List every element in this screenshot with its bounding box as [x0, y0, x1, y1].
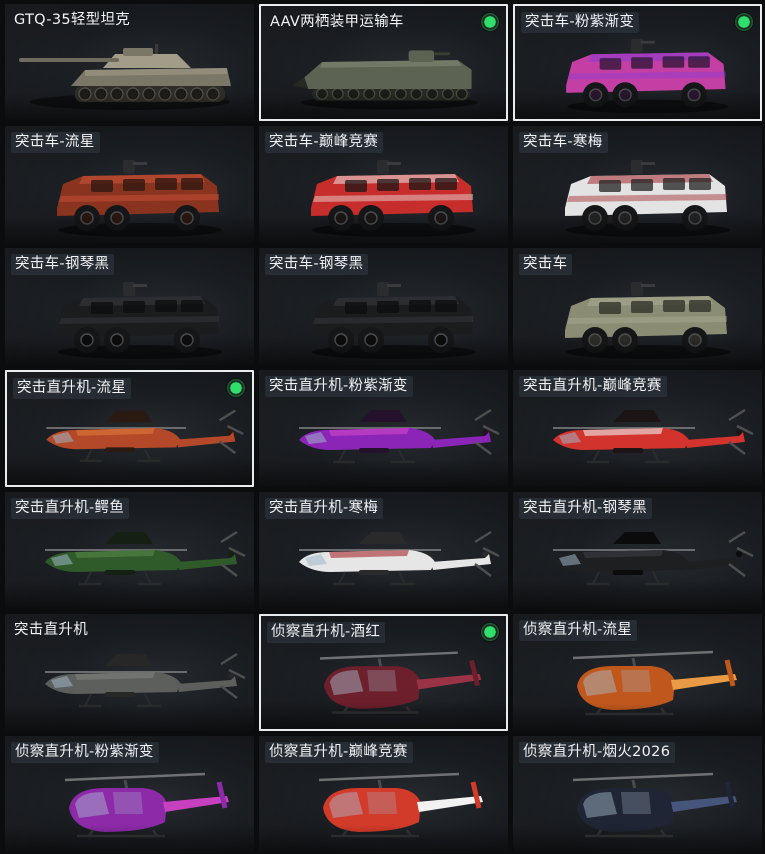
vehicle-skin-name: 突击车-钢琴黑	[265, 254, 369, 275]
vehicle-skin-grid: GTQ-35轻型坦克 AAV两栖装甲运输车 突击车-粉紫渐变 突击车-流星 突击…	[0, 0, 765, 854]
vehicle-skin-name: 突击直升机-寒梅	[265, 498, 384, 519]
vehicle-skin-card[interactable]: 突击车	[513, 248, 762, 365]
vehicle-skin-card[interactable]: 突击直升机-鳄鱼	[5, 492, 254, 609]
vehicle-skin-card[interactable]: 突击直升机-粉紫渐变	[259, 370, 508, 487]
vehicle-skin-name: 突击直升机-巅峰竞赛	[519, 376, 667, 397]
vehicle-skin-name: 侦察直升机-巅峰竞赛	[265, 742, 413, 763]
vehicle-skin-card[interactable]: 突击直升机-巅峰竞赛	[513, 370, 762, 487]
vehicle-skin-card[interactable]: 突击车-钢琴黑	[259, 248, 508, 365]
vehicle-skin-card[interactable]: GTQ-35轻型坦克	[5, 4, 254, 121]
vehicle-skin-name: 侦察直升机-粉紫渐变	[11, 742, 159, 763]
vehicle-skin-name: 突击直升机	[14, 622, 88, 638]
vehicle-skin-name: 突击车-流星	[11, 132, 100, 153]
vehicle-skin-card[interactable]: 突击车-巅峰竞赛	[259, 126, 508, 243]
vehicle-skin-name: 突击直升机-粉紫渐变	[265, 376, 413, 397]
vehicle-skin-card[interactable]: 侦察直升机-酒红	[259, 614, 508, 731]
vehicle-skin-card[interactable]: 突击车-寒梅	[513, 126, 762, 243]
vehicle-skin-card[interactable]: 侦察直升机-烟火2026	[513, 736, 762, 853]
vehicle-skin-name: 侦察直升机-酒红	[267, 622, 386, 643]
vehicle-skin-name: 突击车-粉紫渐变	[521, 12, 640, 33]
equipped-indicator-icon	[227, 379, 245, 397]
vehicle-skin-name: 侦察直升机-流星	[519, 620, 638, 641]
vehicle-skin-card[interactable]: 突击直升机	[5, 614, 254, 731]
vehicle-skin-card[interactable]: 突击车-钢琴黑	[5, 248, 254, 365]
vehicle-skin-card[interactable]: 突击直升机-钢琴黑	[513, 492, 762, 609]
vehicle-skin-card[interactable]: 侦察直升机-粉紫渐变	[5, 736, 254, 853]
vehicle-skin-name: AAV两栖装甲运输车	[270, 14, 404, 30]
vehicle-skin-card[interactable]: 突击车-粉紫渐变	[513, 4, 762, 121]
vehicle-skin-name: 突击直升机-流星	[13, 378, 132, 399]
vehicle-skin-name: 突击直升机-钢琴黑	[519, 498, 652, 519]
equipped-indicator-icon	[735, 13, 753, 31]
vehicle-skin-card[interactable]: 突击直升机-寒梅	[259, 492, 508, 609]
vehicle-skin-name: GTQ-35轻型坦克	[14, 12, 131, 28]
vehicle-skin-name: 突击车-巅峰竞赛	[265, 132, 384, 153]
vehicle-skin-card[interactable]: 突击直升机-流星	[5, 370, 254, 487]
vehicle-skin-name: 侦察直升机-烟火2026	[519, 742, 676, 763]
vehicle-skin-name: 突击直升机-鳄鱼	[11, 498, 130, 519]
equipped-indicator-icon	[481, 13, 499, 31]
equipped-indicator-icon	[481, 623, 499, 641]
vehicle-skin-name: 突击车	[519, 254, 573, 275]
vehicle-skin-card[interactable]: 侦察直升机-巅峰竞赛	[259, 736, 508, 853]
vehicle-skin-card[interactable]: 侦察直升机-流星	[513, 614, 762, 731]
vehicle-skin-name: 突击车-寒梅	[519, 132, 608, 153]
vehicle-skin-card[interactable]: AAV两栖装甲运输车	[259, 4, 508, 121]
vehicle-skin-card[interactable]: 突击车-流星	[5, 126, 254, 243]
vehicle-skin-name: 突击车-钢琴黑	[11, 254, 115, 275]
